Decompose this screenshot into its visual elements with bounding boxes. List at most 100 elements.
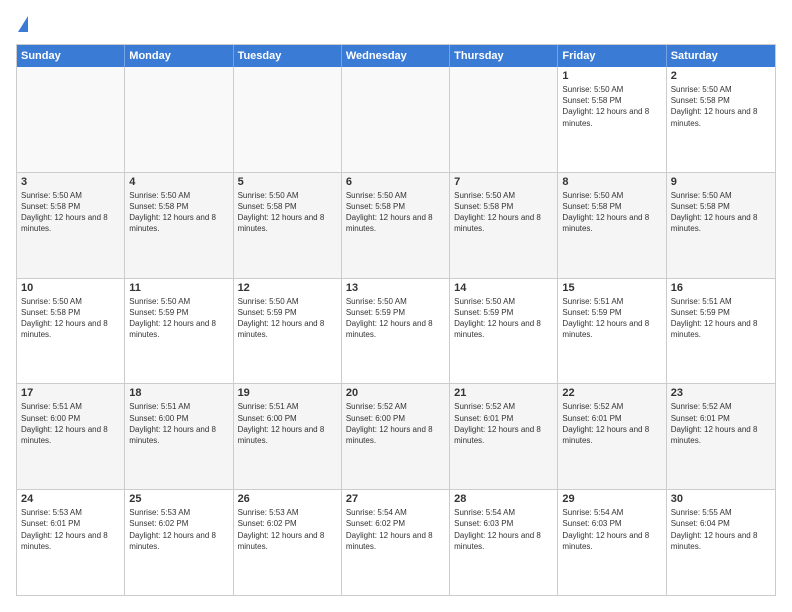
calendar-body: 1 Sunrise: 5:50 AM Sunset: 5:58 PM Daylig… <box>17 67 775 595</box>
table-row: 6 Sunrise: 5:50 AM Sunset: 5:58 PM Daylig… <box>342 173 450 278</box>
cell-info: Sunrise: 5:53 AM Sunset: 6:02 PM Dayligh… <box>129 507 228 552</box>
day-number: 7 <box>454 176 553 188</box>
calendar-row: 1 Sunrise: 5:50 AM Sunset: 5:58 PM Daylig… <box>17 67 775 172</box>
table-row <box>450 67 558 172</box>
table-row: 11 Sunrise: 5:50 AM Sunset: 5:59 PM Dayli… <box>125 279 233 384</box>
cell-info: Sunrise: 5:50 AM Sunset: 5:58 PM Dayligh… <box>346 190 445 235</box>
day-number: 20 <box>346 387 445 399</box>
day-number: 17 <box>21 387 120 399</box>
day-number: 11 <box>129 282 228 294</box>
table-row: 30 Sunrise: 5:55 AM Sunset: 6:04 PM Dayli… <box>667 490 775 595</box>
day-number: 24 <box>21 493 120 505</box>
cell-info: Sunrise: 5:54 AM Sunset: 6:03 PM Dayligh… <box>562 507 661 552</box>
table-row: 23 Sunrise: 5:52 AM Sunset: 6:01 PM Dayli… <box>667 384 775 489</box>
day-number: 26 <box>238 493 337 505</box>
cell-info: Sunrise: 5:50 AM Sunset: 5:58 PM Dayligh… <box>21 190 120 235</box>
cell-info: Sunrise: 5:54 AM Sunset: 6:03 PM Dayligh… <box>454 507 553 552</box>
table-row: 20 Sunrise: 5:52 AM Sunset: 6:00 PM Dayli… <box>342 384 450 489</box>
cell-info: Sunrise: 5:50 AM Sunset: 5:58 PM Dayligh… <box>454 190 553 235</box>
day-number: 29 <box>562 493 661 505</box>
table-row: 8 Sunrise: 5:50 AM Sunset: 5:58 PM Daylig… <box>558 173 666 278</box>
day-number: 1 <box>562 70 661 82</box>
header <box>16 16 776 34</box>
logo-text <box>16 16 28 34</box>
cell-info: Sunrise: 5:51 AM Sunset: 5:59 PM Dayligh… <box>671 296 771 341</box>
day-number: 9 <box>671 176 771 188</box>
table-row: 27Sunrise: 5:54 AM Sunset: 6:02 PM Dayli… <box>342 490 450 595</box>
day-number: 16 <box>671 282 771 294</box>
cell-info: Sunrise: 5:53 AM Sunset: 6:02 PM Dayligh… <box>238 507 337 552</box>
cell-info: Sunrise: 5:53 AM Sunset: 6:01 PM Dayligh… <box>21 507 120 552</box>
day-number: 15 <box>562 282 661 294</box>
cell-info: Sunrise: 5:52 AM Sunset: 6:01 PM Dayligh… <box>671 401 771 446</box>
day-number: 18 <box>129 387 228 399</box>
cell-info: Sunrise: 5:50 AM Sunset: 5:58 PM Dayligh… <box>562 190 661 235</box>
day-number: 5 <box>238 176 337 188</box>
table-row: 29 Sunrise: 5:54 AM Sunset: 6:03 PM Dayli… <box>558 490 666 595</box>
cell-info: Sunrise: 5:50 AM Sunset: 5:58 PM Dayligh… <box>671 190 771 235</box>
table-row: 22Sunrise: 5:52 AM Sunset: 6:01 PM Dayli… <box>558 384 666 489</box>
cell-info: Sunrise: 5:51 AM Sunset: 6:00 PM Dayligh… <box>238 401 337 446</box>
cell-info: Sunrise: 5:50 AM Sunset: 5:58 PM Dayligh… <box>562 84 661 129</box>
table-row: 4Sunrise: 5:50 AM Sunset: 5:58 PM Daylig… <box>125 173 233 278</box>
cell-info: Sunrise: 5:50 AM Sunset: 5:58 PM Dayligh… <box>238 190 337 235</box>
cell-info: Sunrise: 5:52 AM Sunset: 6:01 PM Dayligh… <box>454 401 553 446</box>
cell-info: Sunrise: 5:51 AM Sunset: 5:59 PM Dayligh… <box>562 296 661 341</box>
day-number: 30 <box>671 493 771 505</box>
cell-info: Sunrise: 5:50 AM Sunset: 5:58 PM Dayligh… <box>129 190 228 235</box>
table-row: 9 Sunrise: 5:50 AM Sunset: 5:58 PM Daylig… <box>667 173 775 278</box>
cell-info: Sunrise: 5:54 AM Sunset: 6:02 PM Dayligh… <box>346 507 445 552</box>
table-row: 24 Sunrise: 5:53 AM Sunset: 6:01 PM Dayli… <box>17 490 125 595</box>
day-number: 8 <box>562 176 661 188</box>
day-number: 28 <box>454 493 553 505</box>
header-cell-tuesday: Tuesday <box>234 45 342 67</box>
cell-info: Sunrise: 5:50 AM Sunset: 5:59 PM Dayligh… <box>238 296 337 341</box>
header-cell-sunday: Sunday <box>17 45 125 67</box>
table-row: 28 Sunrise: 5:54 AM Sunset: 6:03 PM Dayli… <box>450 490 558 595</box>
table-row: 17Sunrise: 5:51 AM Sunset: 6:00 PM Dayli… <box>17 384 125 489</box>
table-row: 2 Sunrise: 5:50 AM Sunset: 5:58 PM Daylig… <box>667 67 775 172</box>
cell-info: Sunrise: 5:52 AM Sunset: 6:01 PM Dayligh… <box>562 401 661 446</box>
cell-info: Sunrise: 5:50 AM Sunset: 5:59 PM Dayligh… <box>346 296 445 341</box>
header-cell-thursday: Thursday <box>450 45 558 67</box>
calendar-row: 17 Sunrise: 5:51 AM Sunset: 6:00 PM Dayli… <box>17 383 775 489</box>
calendar-row: 3 Sunrise: 5:50 AM Sunset: 5:58 PM Daylig… <box>17 172 775 278</box>
header-cell-friday: Friday <box>558 45 666 67</box>
cell-info: Sunrise: 5:52 AM Sunset: 6:00 PM Dayligh… <box>346 401 445 446</box>
table-row: 5 Sunrise: 5:50 AM Sunset: 5:58 PM Daylig… <box>234 173 342 278</box>
cell-info: Sunrise: 5:50 AM Sunset: 5:58 PM Dayligh… <box>21 296 120 341</box>
day-number: 12 <box>238 282 337 294</box>
table-row <box>125 67 233 172</box>
table-row: 16 Sunrise: 5:51 AM Sunset: 5:59 PM Dayli… <box>667 279 775 384</box>
table-row: 25Sunrise: 5:53 AM Sunset: 6:02 PM Dayli… <box>125 490 233 595</box>
cell-info: Sunrise: 5:50 AM Sunset: 5:58 PM Dayligh… <box>671 84 771 129</box>
cell-info: Sunrise: 5:50 AM Sunset: 5:59 PM Dayligh… <box>129 296 228 341</box>
header-cell-saturday: Saturday <box>667 45 775 67</box>
table-row: 26 Sunrise: 5:53 AM Sunset: 6:02 PM Dayli… <box>234 490 342 595</box>
day-number: 14 <box>454 282 553 294</box>
calendar-row: 10 Sunrise: 5:50 AM Sunset: 5:58 PM Dayli… <box>17 278 775 384</box>
calendar-header: SundayMondayTuesdayWednesdayThursdayFrid… <box>17 45 775 67</box>
page: SundayMondayTuesdayWednesdayThursdayFrid… <box>0 0 792 612</box>
day-number: 3 <box>21 176 120 188</box>
cell-info: Sunrise: 5:55 AM Sunset: 6:04 PM Dayligh… <box>671 507 771 552</box>
day-number: 13 <box>346 282 445 294</box>
table-row: 19 Sunrise: 5:51 AM Sunset: 6:00 PM Dayli… <box>234 384 342 489</box>
table-row: 15 Sunrise: 5:51 AM Sunset: 5:59 PM Dayli… <box>558 279 666 384</box>
table-row <box>342 67 450 172</box>
table-row: 3 Sunrise: 5:50 AM Sunset: 5:58 PM Daylig… <box>17 173 125 278</box>
day-number: 10 <box>21 282 120 294</box>
table-row: 13 Sunrise: 5:50 AM Sunset: 5:59 PM Dayli… <box>342 279 450 384</box>
day-number: 6 <box>346 176 445 188</box>
day-number: 19 <box>238 387 337 399</box>
table-row: 12 Sunrise: 5:50 AM Sunset: 5:59 PM Dayli… <box>234 279 342 384</box>
table-row: 7 Sunrise: 5:50 AM Sunset: 5:58 PM Daylig… <box>450 173 558 278</box>
logo <box>16 16 28 34</box>
day-number: 23 <box>671 387 771 399</box>
day-number: 21 <box>454 387 553 399</box>
day-number: 2 <box>671 70 771 82</box>
cell-info: Sunrise: 5:50 AM Sunset: 5:59 PM Dayligh… <box>454 296 553 341</box>
table-row: 21 Sunrise: 5:52 AM Sunset: 6:01 PM Dayli… <box>450 384 558 489</box>
logo-triangle-icon <box>18 16 28 32</box>
table-row <box>17 67 125 172</box>
